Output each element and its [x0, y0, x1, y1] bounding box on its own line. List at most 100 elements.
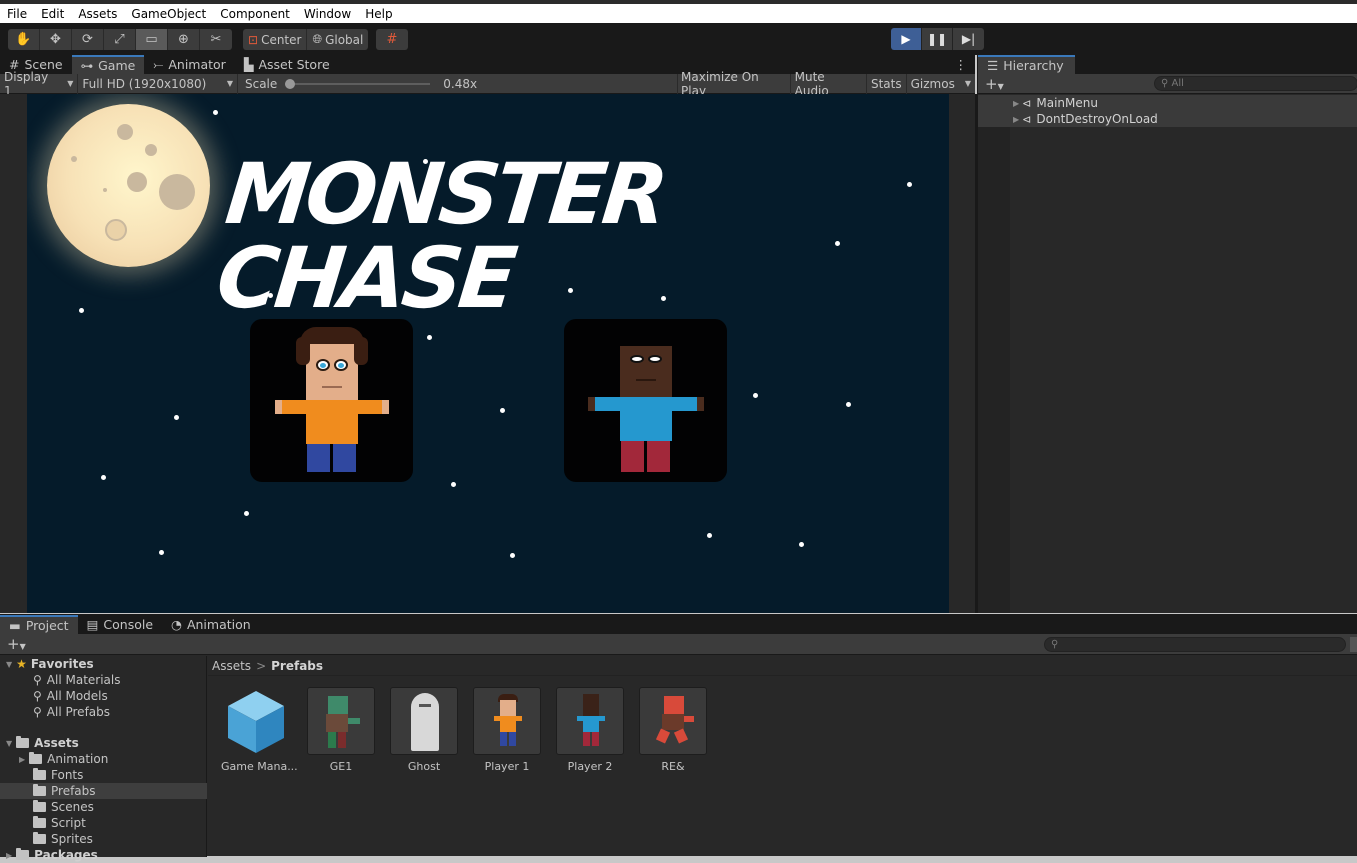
tab-label: Hierarchy [1003, 58, 1064, 73]
gizmos-dropdown[interactable]: ▼ [959, 74, 975, 94]
favorite-item-all-materials[interactable]: ⚲ All Materials [33, 672, 121, 688]
folder-item-prefabs[interactable]: Prefabs [0, 783, 207, 799]
asset-game-manager[interactable]: Game Mana... [221, 687, 298, 773]
menu-component[interactable]: Component [213, 7, 297, 21]
search-placeholder: All [1171, 78, 1184, 89]
scale-slider[interactable] [285, 78, 431, 89]
pivot-center-button[interactable]: ⊡ Center [243, 29, 308, 50]
tab-game[interactable]: ⊶ Game [71, 55, 145, 74]
asset-player-2[interactable]: Player 2 [555, 687, 625, 773]
gamepad-icon: ⊶ [80, 58, 94, 73]
tab-project[interactable]: ▬ Project [0, 615, 78, 634]
hierarchy-search-input[interactable]: ⚲ All [1154, 76, 1357, 91]
assets-header[interactable]: ▼ Assets [6, 735, 79, 751]
rect-tool-icon[interactable]: ▭ [136, 29, 168, 50]
asset-ghost[interactable]: Ghost [389, 687, 459, 773]
tab-hierarchy[interactable]: ☰ Hierarchy [978, 55, 1075, 74]
ghost-thumbnail [390, 687, 458, 755]
search-icon: ⚲ [33, 705, 42, 719]
breadcrumb-prefabs[interactable]: Prefabs [271, 659, 323, 673]
resolution-dropdown[interactable]: Full HD (1920x1080) ▼ [78, 73, 238, 94]
custom-tool-icon[interactable]: ✂ [200, 29, 232, 50]
asset-label: GE1 [329, 760, 353, 773]
menu-gameobject[interactable]: GameObject [124, 7, 213, 21]
folder-item-scenes[interactable]: Scenes [33, 799, 94, 815]
tab-animator[interactable]: ⤚ Animator [144, 55, 235, 74]
project-search-input[interactable]: ⚲ [1044, 637, 1346, 652]
add-object-button[interactable]: +▼ [985, 75, 1004, 93]
create-asset-button[interactable]: +▼ [7, 635, 26, 653]
star [244, 511, 249, 516]
chevron-down-icon: ▼ [226, 79, 233, 88]
hierarchy-tab-bar: ☰ Hierarchy [978, 55, 1357, 74]
move-tool-icon[interactable]: ✥ [40, 29, 72, 50]
tab-console[interactable]: ▤ Console [78, 615, 162, 634]
menu-help[interactable]: Help [358, 7, 399, 21]
panel-menu-icon[interactable]: ⋮ [947, 55, 976, 74]
tab-asset-store[interactable]: ▙ Asset Store [235, 55, 339, 74]
folder-icon [33, 816, 46, 828]
mute-audio-toggle[interactable]: Mute Audio [791, 70, 867, 98]
folder-item-script[interactable]: Script [33, 815, 86, 831]
player-1-select-button[interactable] [250, 319, 413, 482]
step-button[interactable]: ▶| [953, 28, 984, 50]
menu-window[interactable]: Window [297, 7, 358, 21]
hierarchy-item-mainmenu[interactable]: ▶ ⊲ MainMenu [978, 95, 1357, 111]
pause-button[interactable]: ❚❚ [922, 28, 953, 50]
breadcrumb-assets[interactable]: Assets [212, 659, 251, 673]
list-icon: ☰ [987, 58, 999, 73]
hierarchy-item-dontdestroyonload[interactable]: ▶ ⊲ DontDestroyOnLoad [978, 111, 1357, 127]
menu-edit[interactable]: Edit [34, 7, 71, 21]
menu-assets[interactable]: Assets [71, 7, 124, 21]
hierarchy-toolbar: +▼ ⚲ All [978, 74, 1357, 94]
folder-item-sprites[interactable]: Sprites [33, 831, 93, 847]
folder-label: Prefabs [51, 784, 96, 798]
gizmos-toggle[interactable]: Gizmos [907, 74, 959, 94]
chevron-right-icon: > [256, 658, 267, 673]
game-title: MONSTER CHASE [212, 145, 669, 327]
menu-file[interactable]: File [0, 7, 34, 21]
game-view-toolbar: Display 1 ▼ Full HD (1920x1080) ▼ Scale 0.… [0, 70, 975, 98]
asset-player-1[interactable]: Player 1 [472, 687, 542, 773]
player-2-select-button[interactable] [564, 319, 727, 482]
pivot-label: Center [261, 32, 302, 47]
display-dropdown[interactable]: Display 1 ▼ [0, 70, 79, 98]
favorite-item-all-prefabs[interactable]: ⚲ All Prefabs [33, 704, 110, 720]
transform-tool-icon[interactable]: ⊕ [168, 29, 200, 50]
tab-animation[interactable]: ◔ Animation [162, 615, 260, 634]
folder-label: Animation [47, 752, 109, 766]
chevron-down-icon: ▼ [964, 79, 971, 88]
star [268, 293, 273, 298]
play-button[interactable]: ▶ [891, 28, 922, 50]
scale-tool-icon[interactable]: ⤢ [104, 29, 136, 50]
folder-item-fonts[interactable]: Fonts [33, 767, 83, 783]
folder-icon: ▬ [9, 618, 21, 633]
pivot-global-button[interactable]: 🌐︎ Global [307, 29, 368, 50]
packages-header[interactable]: ▶ Packages [6, 847, 98, 863]
star [835, 241, 840, 246]
stats-label: Stats [870, 76, 902, 91]
folder-item-animation[interactable]: ▶ Animation [19, 751, 108, 767]
rotate-tool-icon[interactable]: ⟳ [72, 29, 104, 50]
hierarchy-panel: ☰ Hierarchy +▼ ⚲ All ▶ ⊲ MainMenu ▶ ⊲ Don… [977, 55, 1357, 613]
game-canvas[interactable]: MONSTER CHASE [27, 94, 949, 613]
filter-icon[interactable] [1350, 637, 1357, 652]
star [753, 393, 758, 398]
scale-slider-handle[interactable] [285, 78, 296, 89]
unity-scene-icon: ⊲ [1022, 96, 1032, 110]
star [500, 408, 505, 413]
favorites-header[interactable]: ▼ ★ Favorites [6, 656, 94, 672]
favorite-item-all-models[interactable]: ⚲ All Models [33, 688, 108, 704]
stats-toggle[interactable]: Stats [867, 73, 907, 94]
asset-re[interactable]: RE& [638, 687, 708, 773]
search-icon: ⚲ [33, 673, 42, 687]
hand-tool-icon[interactable]: ✋ [8, 29, 40, 50]
asset-ge1[interactable]: GE1 [306, 687, 376, 773]
maximize-on-play-toggle[interactable]: Maximize On Play [678, 70, 791, 98]
tab-label: Game [98, 58, 136, 73]
star [661, 296, 666, 301]
star [707, 533, 712, 538]
folder-icon [29, 752, 43, 764]
star [510, 553, 515, 558]
grid-snap-icon[interactable]: # [376, 29, 408, 50]
